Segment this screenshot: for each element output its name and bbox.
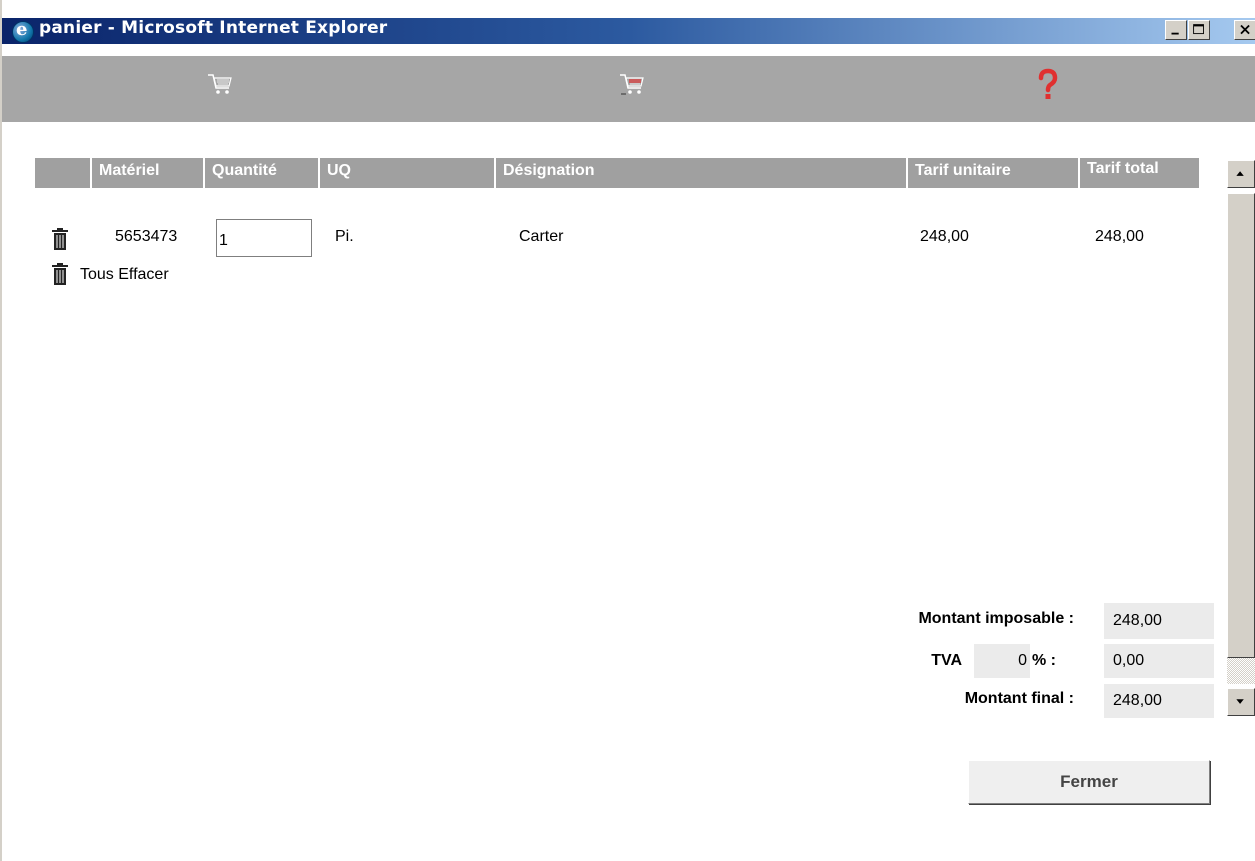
- delete-row-icon[interactable]: [51, 228, 69, 250]
- montant-imposable-value: 248,00: [1104, 603, 1214, 639]
- cart-checkout-icon[interactable]: [617, 70, 647, 100]
- header-quantite: Quantité: [205, 158, 318, 188]
- header-tarif-unitaire: Tarif unitaire: [908, 158, 1078, 188]
- tva-label: TVA: [931, 652, 962, 669]
- cart-content: [2, 122, 1255, 861]
- tva-rate: 0: [974, 644, 1030, 678]
- minimize-button[interactable]: [1165, 20, 1187, 40]
- scroll-up-button[interactable]: [1227, 160, 1255, 188]
- clear-all-link[interactable]: Tous Effacer: [80, 266, 169, 284]
- montant-final-label: Montant final :: [964, 690, 1074, 707]
- internet-explorer-icon[interactable]: [12, 19, 34, 43]
- arrow-down-icon: [1236, 699, 1244, 704]
- maximize-button[interactable]: [1188, 20, 1210, 40]
- close-icon: [1240, 24, 1250, 35]
- header-uq: UQ: [320, 158, 494, 188]
- montant-imposable-label: Montant imposable :: [918, 610, 1074, 627]
- help-icon[interactable]: [1035, 68, 1061, 102]
- window-title: panier - Microsoft Internet Explorer: [39, 18, 388, 38]
- tva-value: 0,00: [1104, 644, 1214, 678]
- browser-window: panier - Microsoft Internet Explorer Mat…: [0, 0, 1255, 861]
- cell-tarif-unitaire: 248,00: [920, 228, 969, 245]
- cell-uq: Pi.: [335, 228, 354, 245]
- cell-materiel: 5653473: [115, 228, 178, 245]
- header-tarif-total: Tarif total: [1080, 158, 1199, 188]
- tva-percent-label: % :: [1032, 652, 1056, 669]
- header-designation: Désignation: [496, 158, 906, 188]
- montant-final-value: 248,00: [1104, 684, 1214, 718]
- close-button[interactable]: Fermer: [968, 760, 1210, 804]
- titlebar-top: [2, 0, 1255, 14]
- cart-icon[interactable]: [205, 70, 235, 100]
- scroll-down-button[interactable]: [1227, 688, 1255, 716]
- delete-all-icon[interactable]: [51, 263, 69, 285]
- maximize-icon: [1193, 24, 1204, 35]
- close-window-button[interactable]: [1234, 20, 1255, 40]
- header-actions: [35, 158, 90, 188]
- minimize-icon: [1171, 32, 1179, 35]
- cell-tarif-total: 248,00: [1095, 228, 1144, 245]
- cell-designation: Carter: [519, 228, 564, 245]
- scrollbar-thumb[interactable]: [1227, 193, 1255, 658]
- header-materiel: Matériel: [92, 158, 203, 188]
- quantity-input[interactable]: [216, 219, 312, 257]
- arrow-up-icon: [1236, 171, 1244, 176]
